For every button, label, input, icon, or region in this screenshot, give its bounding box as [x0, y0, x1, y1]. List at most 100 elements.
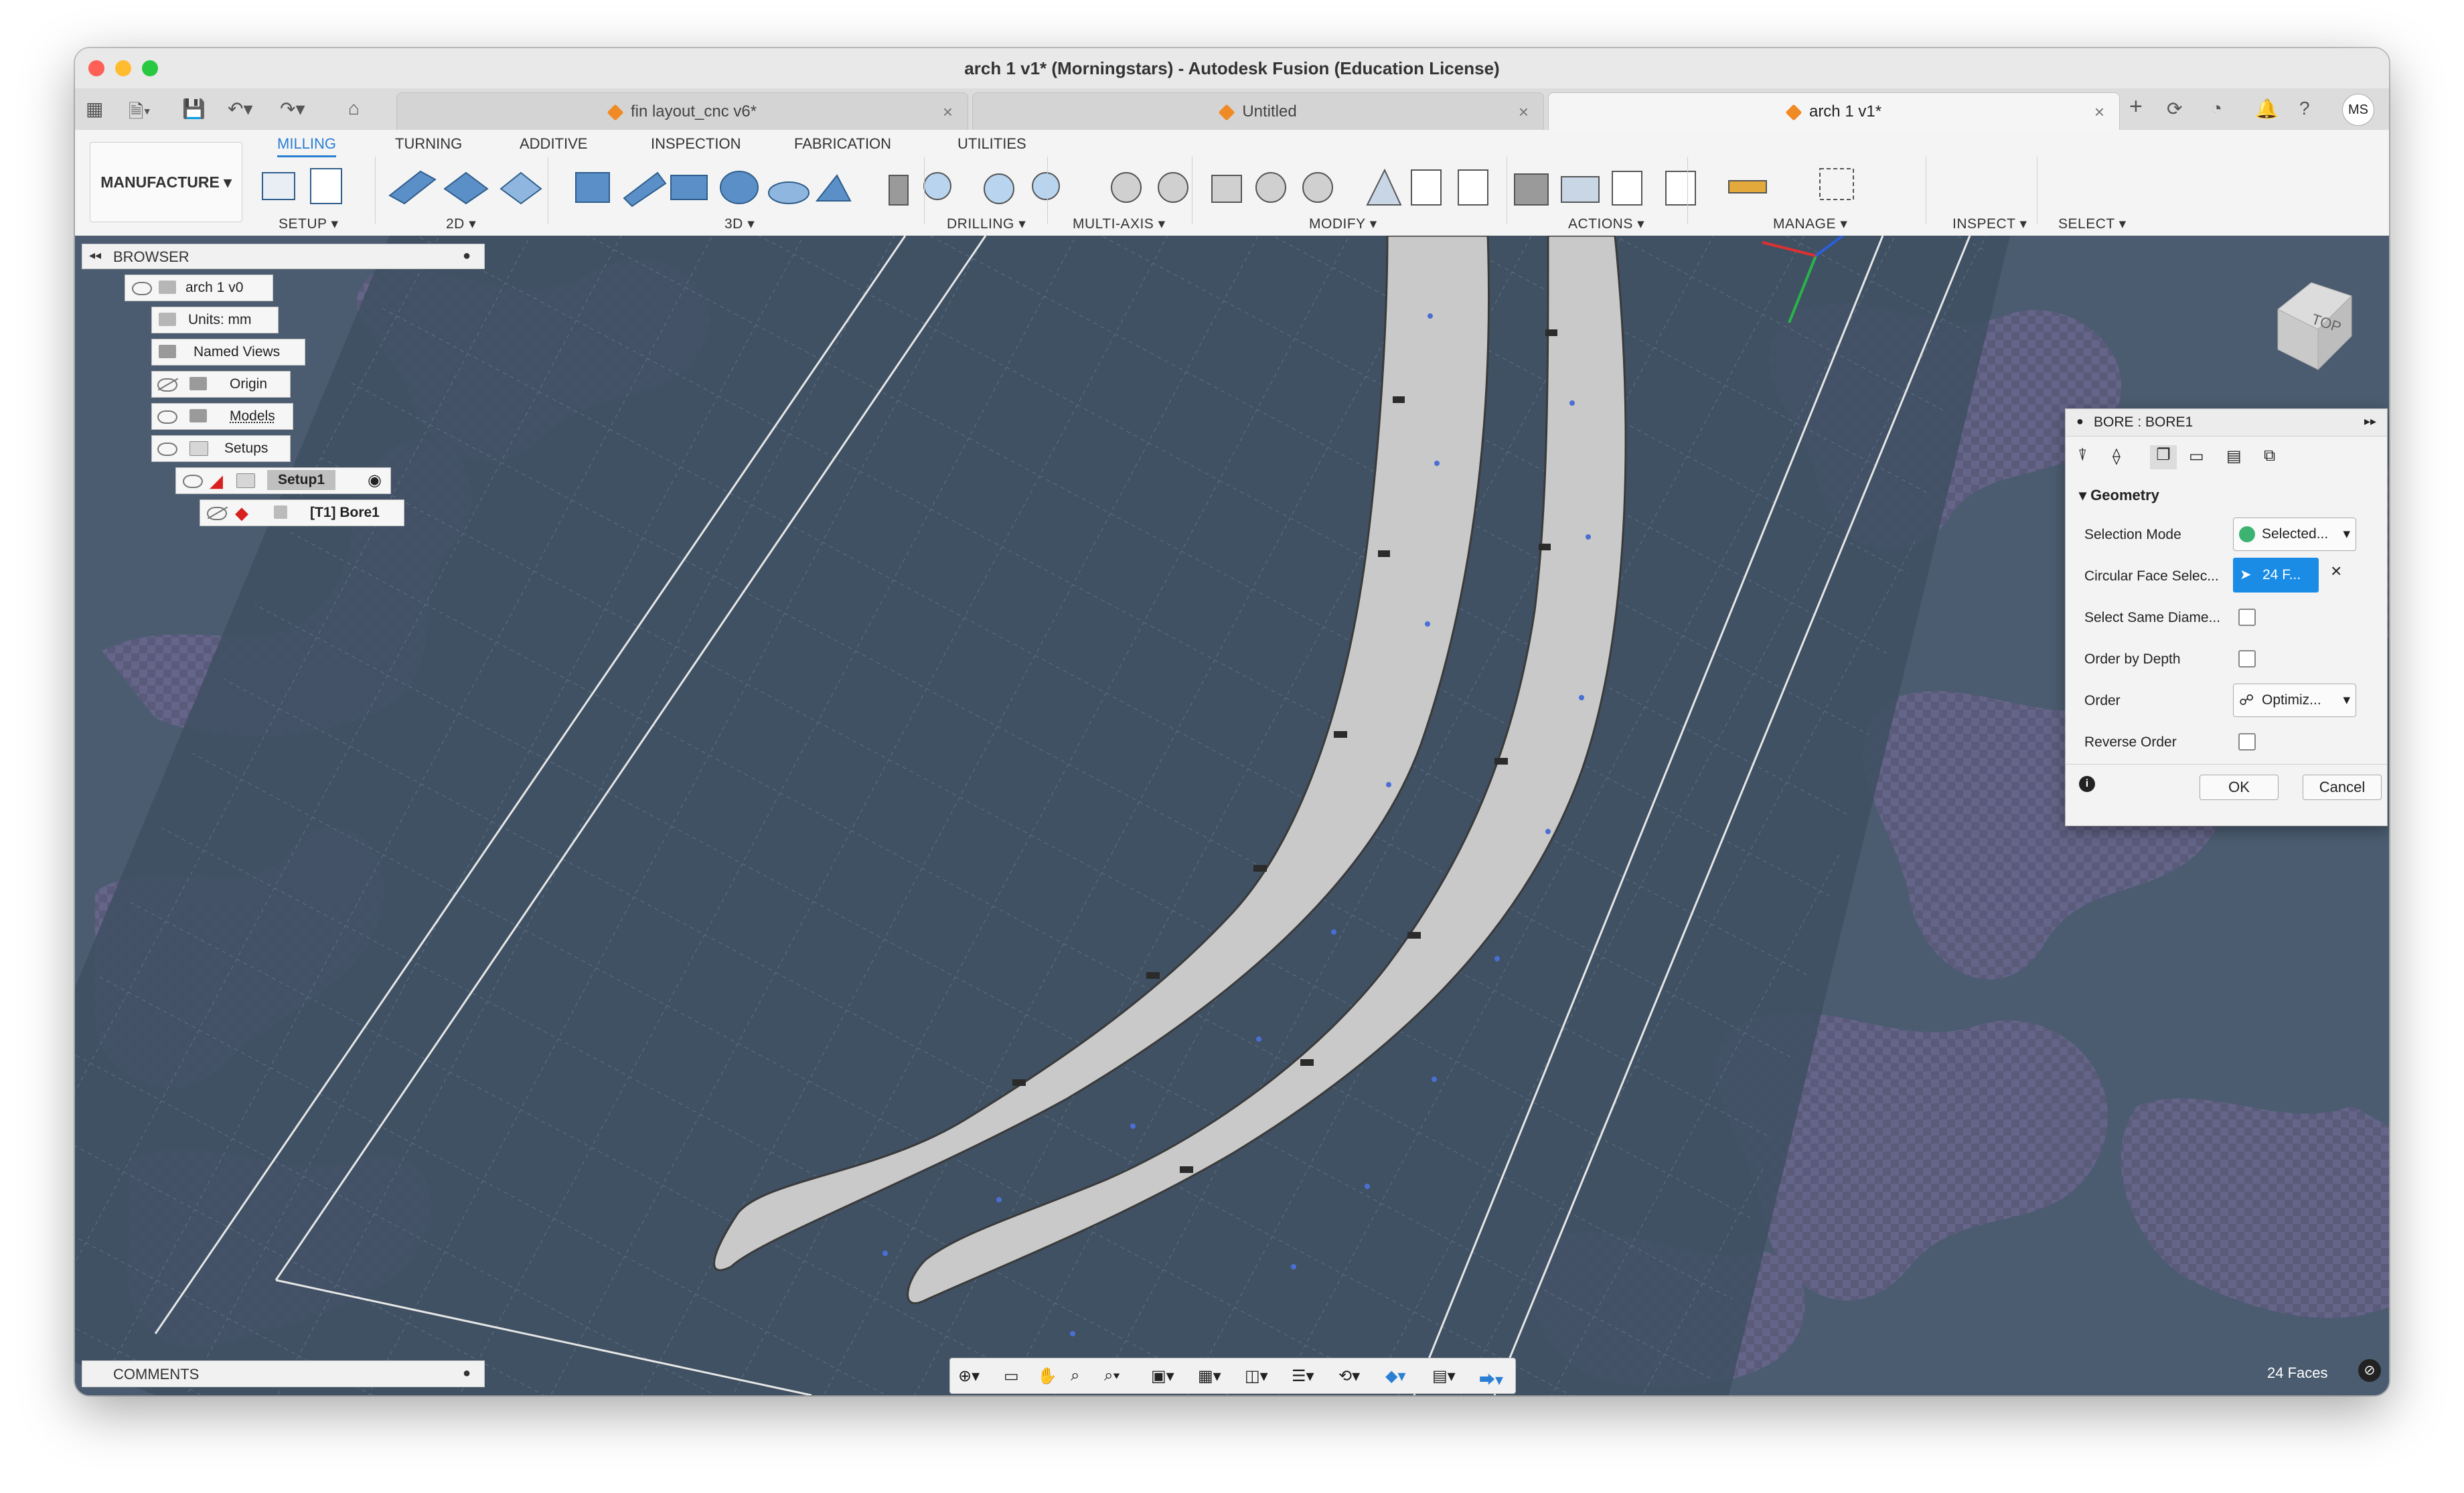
order-dropdown[interactable]: ☍ Optimiz... ▾: [2233, 684, 2356, 717]
save-icon[interactable]: 💾: [182, 98, 206, 120]
pan-icon[interactable]: ✋: [1037, 1366, 1057, 1385]
heights-tab-icon[interactable]: ❐: [2150, 445, 2177, 469]
help-icon[interactable]: ?: [2299, 98, 2310, 119]
browser-panel-header[interactable]: ◂◂ BROWSER ●: [82, 244, 485, 269]
dialog-header[interactable]: ● BORE : BORE1 ▸▸: [2066, 409, 2387, 437]
tool-tab-icon[interactable]: ⍒: [2078, 447, 2087, 465]
visibility-off-icon[interactable]: [157, 378, 177, 392]
same-diameter-checkbox[interactable]: [2238, 609, 2256, 626]
expand-icon[interactable]: ▸▸: [2364, 414, 2376, 428]
canvas-viewport[interactable]: TOP ◂◂ BROWSER ● arch 1 v0 Units: mm Nam…: [75, 236, 2389, 1395]
redo-icon[interactable]: ↷▾: [280, 98, 305, 120]
tree-node-models[interactable]: Models: [151, 403, 293, 430]
tree-node-bore1[interactable]: ◆ [T1] Bore1: [200, 499, 404, 526]
tab-utilities[interactable]: UTILITIES: [957, 135, 1026, 153]
group-2d[interactable]: 2D ▾: [446, 216, 476, 232]
group-modify[interactable]: MODIFY ▾: [1309, 216, 1377, 232]
group-setup[interactable]: SETUP ▾: [279, 216, 339, 232]
grid-icon[interactable]: ▦: [86, 98, 103, 120]
group-3d[interactable]: 3D ▾: [724, 216, 755, 232]
simulate-tab-icon[interactable]: ⧉: [2264, 447, 2275, 465]
clear-selection-icon[interactable]: ×: [2331, 560, 2341, 582]
visibility-off-icon[interactable]: [207, 507, 227, 520]
orbit-icon[interactable]: ⊕▾: [958, 1366, 980, 1385]
visibility-icon[interactable]: [132, 282, 152, 295]
undo-icon[interactable]: ↶▾: [228, 98, 253, 120]
close-tab-icon[interactable]: ×: [2094, 93, 2104, 131]
section-icon[interactable]: ☰▾: [1292, 1366, 1314, 1385]
tree-node-units[interactable]: Units: mm: [151, 307, 279, 333]
tree-node-origin[interactable]: Origin: [151, 371, 291, 398]
chevron-down-icon: ▾: [2343, 526, 2350, 542]
group-actions[interactable]: ACTIONS ▾: [1568, 216, 1644, 232]
notifications-icon[interactable]: 🔔: [2255, 98, 2279, 120]
stock-visibility-icon[interactable]: ◆▾: [1385, 1366, 1406, 1385]
tree-node-setup1[interactable]: ◢ Setup1 ◉: [175, 467, 391, 494]
look-at-icon[interactable]: ▭: [1004, 1366, 1022, 1385]
zoom-icon[interactable]: ⌕: [1071, 1366, 1089, 1385]
group-select[interactable]: SELECT ▾: [2058, 216, 2127, 232]
tree-node-named-views[interactable]: Named Views: [151, 339, 305, 366]
circular-face-value: 24 F...: [2262, 567, 2301, 582]
new-tab-icon[interactable]: +: [2129, 94, 2143, 120]
comments-panel-header[interactable]: COMMENTS ●: [82, 1360, 485, 1387]
group-drilling[interactable]: DRILLING ▾: [947, 216, 1026, 232]
viewports-icon[interactable]: ◫▾: [1245, 1366, 1268, 1385]
modify-icon: [1302, 172, 1333, 203]
simulation-icon[interactable]: ▤▾: [1432, 1366, 1456, 1385]
fit-icon[interactable]: ⌕▾: [1104, 1366, 1123, 1385]
cancel-button[interactable]: Cancel: [2303, 775, 2382, 800]
ok-button[interactable]: OK: [2200, 775, 2279, 800]
visibility-icon[interactable]: [157, 443, 177, 456]
circular-face-selection-button[interactable]: ➤ 24 F...: [2233, 558, 2319, 593]
tab-additive[interactable]: ADDITIVE: [520, 135, 587, 153]
ribbon-tools[interactable]: [256, 163, 2365, 212]
collapse-icon[interactable]: ◂◂: [89, 248, 101, 262]
group-manage[interactable]: MANAGE ▾: [1773, 216, 1847, 232]
tab-milling[interactable]: MILLING: [277, 135, 337, 157]
close-tab-icon[interactable]: ×: [1519, 93, 1529, 131]
visibility-icon[interactable]: [157, 410, 177, 424]
tab-inspection[interactable]: INSPECTION: [651, 135, 741, 153]
visibility-icon[interactable]: [183, 475, 203, 488]
tree-label: Origin: [230, 376, 268, 392]
tool-library-icon: [1514, 173, 1549, 206]
workspace-switcher[interactable]: MANUFACTURE ▾: [90, 142, 242, 222]
passes-tab-icon[interactable]: ▭: [2189, 447, 2204, 466]
info-icon[interactable]: i: [2079, 776, 2095, 792]
group-multi-axis[interactable]: MULTI-AXIS ▾: [1073, 216, 1166, 232]
tab-fabrication[interactable]: FABRICATION: [794, 135, 891, 153]
active-setup-icon[interactable]: ◉: [368, 468, 382, 493]
close-tab-icon[interactable]: ×: [943, 93, 953, 131]
grid-settings-icon[interactable]: ▦▾: [1198, 1366, 1221, 1385]
extensions-icon[interactable]: ⟳: [2167, 98, 2182, 120]
job-status-icon[interactable]: ◔: [2211, 98, 2222, 119]
user-avatar[interactable]: MS: [2342, 94, 2374, 126]
tab-turning[interactable]: TURNING: [395, 135, 462, 153]
tab-untitled[interactable]: Untitled ×: [972, 92, 1544, 131]
pin-icon[interactable]: ●: [463, 1366, 471, 1381]
geometry-tab-icon[interactable]: ⟠: [2112, 447, 2121, 466]
tab-fin-layout[interactable]: fin layout_cnc v6* ×: [396, 92, 968, 131]
toolbar-ribbon: MANUFACTURE ▾ MILLING TURNING ADDITIVE I…: [75, 130, 2389, 236]
rotate-icon[interactable]: ⟲▾: [1338, 1366, 1360, 1385]
post-library-icon: [1612, 171, 1642, 206]
display-settings-icon[interactable]: ▣▾: [1151, 1366, 1174, 1385]
tree-node-setups[interactable]: Setups: [151, 435, 291, 462]
reverse-order-checkbox[interactable]: [2238, 733, 2256, 751]
setup-sheet-icon: [1458, 169, 1488, 206]
tree-node-root[interactable]: arch 1 v0: [125, 274, 273, 301]
toolpath-icon[interactable]: ⮕▾: [1479, 1366, 1503, 1389]
selection-filter-icon[interactable]: ⊘: [2358, 1359, 2381, 1382]
selection-mode-dropdown[interactable]: Selected... ▾: [2233, 518, 2356, 551]
model-canvas[interactable]: [75, 236, 2389, 1395]
home-icon[interactable]: ⌂: [348, 98, 360, 119]
geometry-section-header[interactable]: ▾ Geometry: [2079, 487, 2159, 504]
tab-arch[interactable]: arch 1 v1* ×: [1548, 92, 2120, 131]
file-menu-icon[interactable]: 🗎▾: [129, 98, 151, 130]
order-by-depth-checkbox[interactable]: [2238, 650, 2256, 667]
group-inspect[interactable]: INSPECT ▾: [1952, 216, 2027, 232]
linking-tab-icon[interactable]: ▤: [2226, 447, 2242, 466]
pin-icon[interactable]: ●: [463, 248, 471, 264]
error-icon: ◆: [235, 503, 248, 523]
